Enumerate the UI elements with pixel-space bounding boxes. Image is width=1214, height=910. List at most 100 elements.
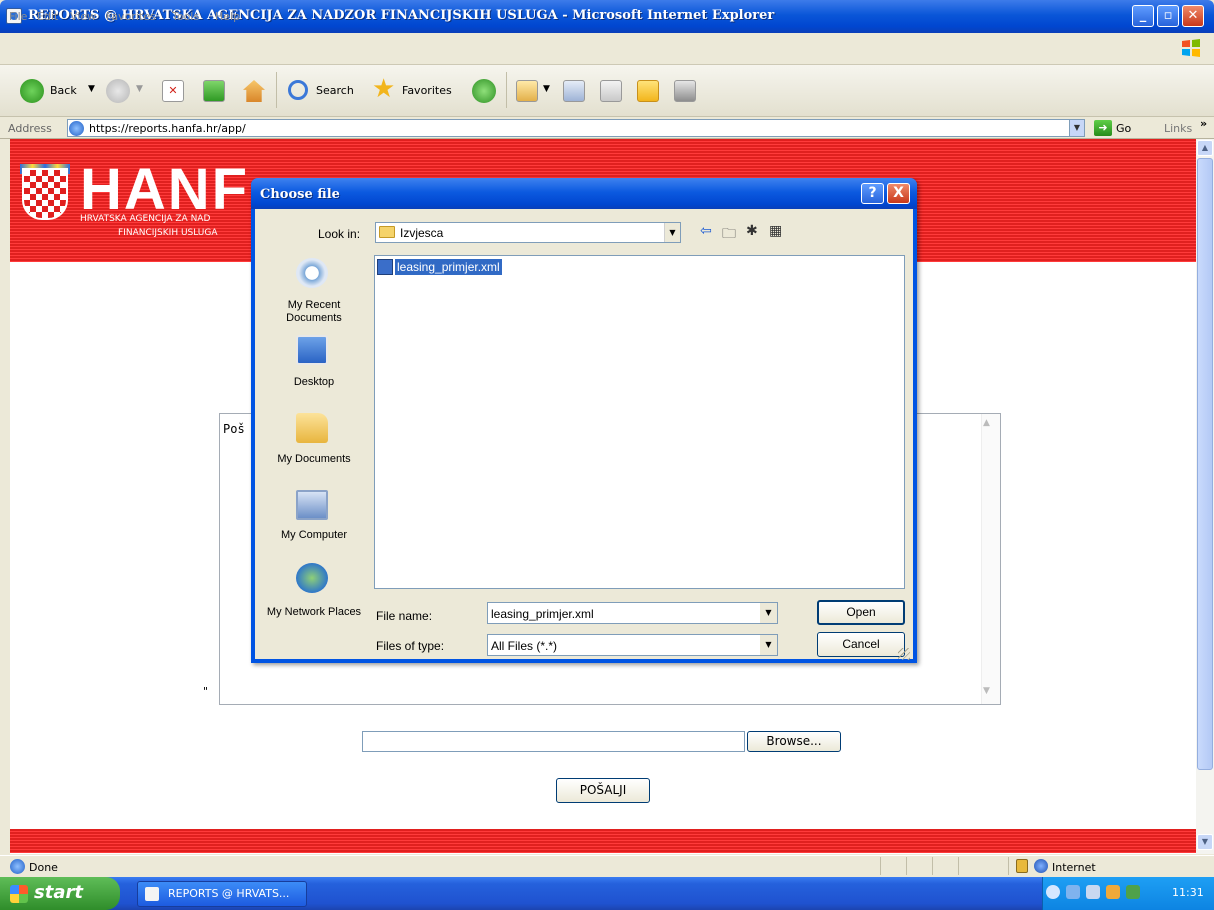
place-desktop[interactable]: Desktop	[262, 376, 366, 389]
tray-app-icon[interactable]	[1066, 885, 1080, 899]
restore-button[interactable]: ▫	[1157, 5, 1179, 27]
internet-zone-icon	[1034, 859, 1048, 873]
textarea-scrollbar[interactable]	[981, 414, 1000, 704]
menu-file[interactable]: File	[9, 10, 27, 23]
look-in-value: Izvjesca	[400, 226, 444, 240]
recent-documents-icon[interactable]	[296, 258, 328, 288]
lock-icon[interactable]	[1016, 859, 1028, 873]
textarea-scroll-down-icon[interactable]: ▼	[983, 686, 990, 696]
menu-tools[interactable]: Tools	[172, 10, 199, 23]
tray-update-icon[interactable]	[1126, 885, 1140, 899]
dialog-title: Choose file	[260, 187, 340, 202]
tray-security-icon[interactable]	[1106, 885, 1120, 899]
go-arrow-icon[interactable]: ➜	[1094, 120, 1112, 136]
tray-network-icon[interactable]	[1086, 885, 1100, 899]
new-folder-icon[interactable]: ✱	[746, 223, 758, 239]
look-in-dropdown-icon[interactable]: ▼	[664, 223, 680, 242]
toolbar-separator	[506, 72, 507, 108]
back-dropdown-icon[interactable]: ▼	[88, 84, 95, 94]
print-icon[interactable]	[563, 80, 585, 102]
windows-logo-icon	[1180, 38, 1202, 58]
dialog-close-button[interactable]: X	[887, 183, 910, 204]
my-network-places-icon[interactable]	[296, 563, 328, 593]
links-label[interactable]: Links	[1164, 122, 1192, 135]
back-button-label[interactable]: Back	[50, 84, 77, 97]
menu-favorites[interactable]: Favorites	[106, 10, 156, 23]
textarea-scroll-up-icon[interactable]: ▲	[983, 418, 990, 428]
file-name-value[interactable]: leasing_primjer.xml	[491, 607, 594, 621]
my-computer-icon[interactable]	[296, 490, 328, 520]
discuss-icon[interactable]	[637, 80, 659, 102]
place-recent-documents[interactable]: My Recent Documents	[262, 299, 366, 325]
send-button[interactable]: POŠALJI	[556, 778, 650, 803]
address-dropdown-icon[interactable]: ▼	[1069, 120, 1084, 136]
favorites-star-icon[interactable]: ★	[372, 76, 395, 102]
file-type-dropdown-icon[interactable]: ▼	[760, 635, 777, 655]
logo-subtitle-line1: HRVATSKA AGENCIJA ZA NAD	[80, 214, 211, 224]
security-zone-text: Internet	[1052, 861, 1096, 874]
scroll-up-icon[interactable]: ▲	[1197, 140, 1213, 156]
open-button[interactable]: Open	[817, 600, 905, 625]
file-path-input[interactable]	[362, 731, 745, 752]
status-divider	[1008, 857, 1009, 875]
menu-help[interactable]: Help	[215, 10, 240, 23]
go-button-label[interactable]: Go	[1116, 122, 1131, 135]
place-my-network-places[interactable]: My Network Places	[262, 606, 366, 619]
dialog-titlebar[interactable]	[251, 178, 917, 209]
ie-taskbar-icon	[145, 887, 159, 901]
status-divider	[906, 857, 907, 875]
cancel-button[interactable]: Cancel	[817, 632, 905, 657]
back-arrow-icon[interactable]: ⇦	[700, 223, 712, 239]
file-list-item[interactable]: leasing_primjer.xml	[395, 259, 502, 275]
place-my-computer[interactable]: My Computer	[262, 529, 366, 542]
forward-dropdown-icon[interactable]: ▼	[136, 84, 143, 94]
start-windows-logo-icon	[10, 885, 28, 903]
file-list[interactable]	[374, 255, 905, 589]
search-button-label[interactable]: Search	[316, 84, 354, 97]
file-name-dropdown-icon[interactable]: ▼	[760, 603, 777, 623]
minimize-button[interactable]: _	[1132, 5, 1154, 27]
edit-icon[interactable]	[600, 80, 622, 102]
desktop-icon[interactable]	[296, 335, 328, 365]
scroll-down-icon[interactable]: ▼	[1197, 834, 1213, 850]
mail-dropdown-icon[interactable]: ▼	[543, 84, 550, 94]
address-url[interactable]: https://reports.hanfa.hr/app/	[89, 122, 246, 135]
menu-view[interactable]: View	[70, 10, 96, 23]
mail-icon[interactable]	[516, 80, 538, 102]
look-in-label: Look in:	[318, 227, 361, 241]
stop-icon[interactable]: ✕	[162, 80, 184, 102]
my-documents-icon[interactable]	[296, 413, 328, 443]
close-window-button[interactable]: ✕	[1182, 5, 1204, 27]
forward-icon[interactable]	[106, 79, 130, 103]
back-icon[interactable]	[20, 79, 44, 103]
status-divider	[932, 857, 933, 875]
place-my-documents[interactable]: My Documents	[262, 453, 366, 466]
browse-button[interactable]: Browse...	[747, 731, 841, 752]
up-folder-icon[interactable]: 🗀	[722, 223, 736, 247]
status-text: Done	[29, 861, 58, 874]
taskbar-window-button[interactable]: REPORTS @ HRVATS...	[137, 881, 307, 907]
favorites-button-label[interactable]: Favorites	[402, 84, 452, 97]
view-menu-icon[interactable]: ▦	[769, 223, 782, 239]
status-divider	[958, 857, 959, 875]
xml-file-icon[interactable]	[377, 259, 393, 275]
file-type-value[interactable]: All Files (*.*)	[491, 639, 557, 653]
hanfa-logo-text: HANF	[80, 157, 250, 222]
menu-edit[interactable]: Edit	[37, 10, 58, 23]
research-icon[interactable]	[674, 80, 696, 102]
links-chevron-icon[interactable]: »	[1200, 117, 1207, 130]
clock[interactable]: 11:31	[1172, 886, 1204, 899]
dialog-help-button[interactable]: ?	[861, 183, 884, 204]
tray-expand-icon[interactable]	[1046, 885, 1060, 899]
toolbar-separator	[276, 72, 277, 108]
address-label: Address	[8, 122, 52, 135]
history-icon[interactable]	[472, 79, 496, 103]
scroll-thumb[interactable]	[1197, 158, 1213, 770]
footer-banner	[10, 829, 1196, 853]
resize-grip-icon[interactable]	[898, 648, 910, 660]
search-icon[interactable]	[288, 80, 308, 100]
refresh-icon[interactable]	[203, 80, 225, 102]
ie-status-icon	[10, 859, 25, 874]
menu-bar	[0, 33, 1214, 65]
textarea-content: Poš	[223, 422, 245, 436]
